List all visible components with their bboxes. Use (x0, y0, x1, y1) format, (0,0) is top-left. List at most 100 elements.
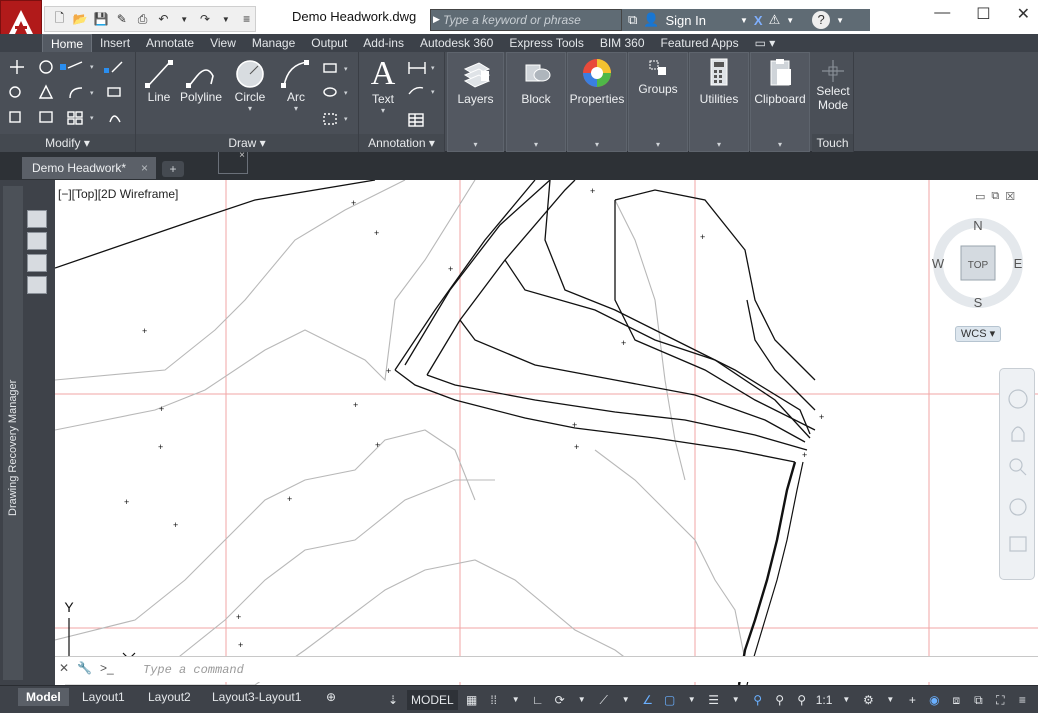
layers-panel-button[interactable]: Layers ▾ (447, 52, 504, 152)
object-snap-tracking-icon[interactable]: ∠ (640, 690, 656, 710)
save-icon[interactable]: 💾 (93, 10, 110, 28)
plus-icon[interactable]: + (904, 690, 920, 710)
drawing-canvas[interactable]: + + + + + + + + + + + + + + + + + + + + + Y [−][Top][2… (55, 180, 1038, 685)
exchange-apps-icon[interactable]: X (754, 13, 763, 28)
maximize-icon[interactable]: ☐ (976, 4, 990, 24)
document-tab[interactable]: Demo Headwork* × (22, 157, 156, 179)
chevron-down-icon[interactable]: ▼ (728, 690, 744, 710)
annotation-panel-label[interactable]: Annotation ▾ (359, 134, 444, 152)
chevron-down-icon[interactable]: ▼ (838, 690, 854, 710)
groups-panel-button[interactable]: Groups ▾ (628, 52, 688, 152)
properties-panel-button[interactable]: Properties ▾ (567, 52, 627, 152)
chevron-down-icon[interactable]: ▼ (836, 16, 844, 25)
tool-palette-icon[interactable] (27, 232, 47, 250)
polyline-tool[interactable]: Polyline (178, 58, 224, 104)
redo-icon[interactable]: ↷ (197, 10, 214, 28)
utilities-panel-button[interactable]: Utilities ▾ (689, 52, 749, 152)
annotation-visibility-icon[interactable]: ⚲ (750, 690, 766, 710)
fullscreen-icon[interactable]: ⛶ (992, 690, 1008, 710)
text-tool[interactable]: A Text ▾ (365, 56, 401, 116)
wcs-menu[interactable]: WCS ▾ (955, 326, 1001, 342)
drawing-recovery-manager-palette[interactable]: Drawing Recovery Manager (3, 186, 23, 680)
clipboard-panel-button[interactable]: Clipboard ▾ (750, 52, 810, 152)
layout-tab-layout1[interactable]: Layout1 (74, 688, 133, 706)
help-icon[interactable]: ? (812, 11, 831, 29)
open-icon[interactable]: 📂 (72, 10, 89, 28)
isolate-objects-icon[interactable]: ⧈ (948, 690, 964, 710)
modify-panel-label[interactable]: Modify ▾ (0, 134, 135, 152)
binoculars-icon[interactable]: ⧉ (628, 12, 637, 28)
tab-express-tools[interactable]: Express Tools (501, 34, 591, 52)
chevron-down-icon[interactable]: ▼ (786, 16, 794, 25)
render-icon[interactable] (27, 276, 47, 294)
isodraft-icon[interactable]: ⟋ (596, 690, 612, 710)
tab-featured-apps[interactable]: Featured Apps (653, 34, 747, 52)
funnel-icon[interactable] (27, 210, 47, 228)
tab-home[interactable]: Home (42, 34, 93, 52)
close-icon[interactable]: ✕ (59, 661, 69, 675)
tab-autodesk-360[interactable]: Autodesk 360 (412, 34, 501, 52)
new-layout-icon[interactable]: ⊕ (318, 688, 344, 706)
viewcube[interactable]: TOP N S E W (928, 210, 1028, 340)
arc-tool[interactable]: Arc ▾ (276, 58, 316, 113)
tab-insert[interactable]: Insert (92, 34, 138, 52)
model-space-toggle[interactable]: MODEL (407, 690, 458, 710)
workspace-gear-icon[interactable]: ⚙ (860, 690, 876, 710)
close-icon[interactable]: × (239, 150, 245, 161)
floating-toolbar-handle[interactable]: × (218, 150, 248, 174)
tab-bim-360[interactable]: BIM 360 (592, 34, 653, 52)
new-tab-button[interactable]: + (162, 161, 184, 177)
command-input[interactable] (143, 661, 1023, 679)
draw-panel-label[interactable]: Draw ▾ (136, 134, 358, 152)
sign-in-link[interactable]: Sign In (665, 13, 705, 28)
annotation-scale-value[interactable]: 1:1 (816, 690, 833, 710)
tab-manage[interactable]: Manage (244, 34, 303, 52)
saveas-icon[interactable]: ✎ (113, 10, 130, 28)
chevron-down-icon[interactable]: ▼ (508, 690, 524, 710)
undo-dropdown-icon[interactable]: ▼ (176, 10, 193, 28)
stay-connected-icon[interactable]: ⚠ (769, 12, 781, 28)
close-tab-icon[interactable]: × (141, 157, 148, 179)
object-snap-icon[interactable]: ▢ (662, 690, 678, 710)
snap-icon[interactable]: ⁞⁞ (486, 690, 502, 710)
close-icon[interactable]: ☒ (1005, 190, 1015, 203)
tab-add-ins[interactable]: Add-ins (355, 34, 412, 52)
close-icon[interactable]: ✕ (1017, 4, 1030, 24)
ortho-icon[interactable]: ∟ (530, 690, 546, 710)
new-icon[interactable]: 🗋 (51, 10, 68, 28)
annotation-scale-icon[interactable]: ⚲ (794, 690, 810, 710)
chevron-down-icon[interactable]: ▼ (574, 690, 590, 710)
expand-search-icon[interactable]: ▶ (433, 14, 440, 25)
tab-output[interactable]: Output (303, 34, 355, 52)
circle-tool[interactable]: Circle ▾ (228, 58, 272, 113)
command-prompt-icon[interactable]: >_ (100, 661, 114, 675)
hardware-acceleration-icon[interactable]: ◉ (926, 690, 942, 710)
chevron-down-icon[interactable]: ▼ (740, 16, 748, 25)
restore-icon[interactable]: ⧉ (991, 190, 999, 203)
clean-screen-icon[interactable]: ⧉ (970, 690, 986, 710)
viewport-controls-label[interactable]: [−][Top][2D Wireframe] (58, 187, 178, 201)
polar-icon[interactable]: ⟳ (552, 690, 568, 710)
layout-tab-layout3[interactable]: Layout3-Layout1 (204, 688, 309, 706)
select-mode-button[interactable]: Select Mode (814, 58, 852, 112)
lineweight-icon[interactable]: ☰ (706, 690, 722, 710)
chevron-down-icon[interactable]: ▼ (618, 690, 634, 710)
plot-icon[interactable]: ⎙ (134, 10, 151, 28)
auto-scale-icon[interactable]: ⚲ (772, 690, 788, 710)
ribbon-display-toggle-icon[interactable]: ▭ ▾ (747, 34, 784, 52)
menu-icon[interactable]: ≡ (1014, 690, 1030, 710)
customize-status-icon[interactable]: ⇣ (385, 690, 401, 710)
minimize-icon[interactable]: — (934, 4, 950, 24)
line-tool[interactable]: Line (142, 58, 176, 104)
undo-icon[interactable]: ↶ (155, 10, 172, 28)
chevron-down-icon[interactable]: ▼ (684, 690, 700, 710)
wrench-icon[interactable]: 🔧 (77, 661, 92, 675)
layout-tab-model[interactable]: Model (18, 688, 69, 706)
search-input[interactable] (443, 12, 619, 28)
tab-annotate[interactable]: Annotate (138, 34, 202, 52)
redo-dropdown-icon[interactable]: ▼ (217, 10, 234, 28)
chevron-down-icon[interactable]: ▼ (882, 690, 898, 710)
layout-tab-layout2[interactable]: Layout2 (140, 688, 199, 706)
minimize-icon[interactable]: ▭ (975, 190, 985, 203)
customize-icon[interactable]: ≡ (238, 10, 255, 28)
